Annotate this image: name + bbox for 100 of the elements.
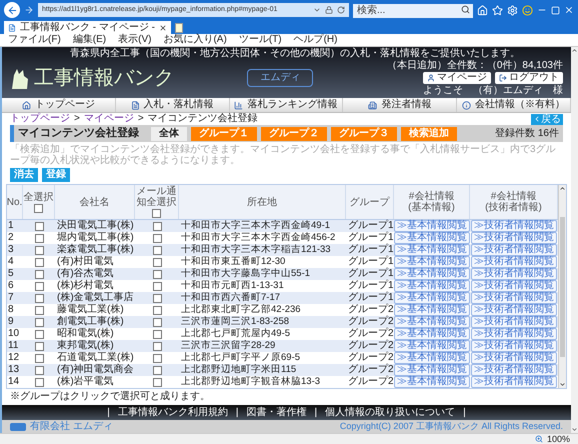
checkbox[interactable]: [152, 258, 162, 266]
scroll-up-icon[interactable]: [559, 185, 566, 192]
menu-item[interactable]: ファイル(F): [8, 35, 61, 45]
info-button[interactable]: ≫基本情報閲覧: [394, 340, 470, 352]
checkbox[interactable]: [152, 378, 162, 386]
info-button[interactable]: ≫基本情報閲覧: [394, 364, 470, 376]
tech-info-button[interactable]: ≫技術者情報閲覧: [471, 292, 557, 304]
new-tab-icon[interactable]: [175, 23, 183, 33]
checkbox[interactable]: [34, 318, 44, 326]
tech-info-button[interactable]: ≫技術者情報閲覧: [471, 280, 557, 292]
mypage-button[interactable]: マイページ: [423, 72, 491, 84]
info-button[interactable]: ≫基本情報閲覧: [394, 304, 470, 316]
back-button[interactable]: 戻る: [531, 114, 563, 125]
checkbox[interactable]: [152, 354, 162, 362]
info-button[interactable]: ≫基本情報閲覧: [394, 256, 470, 268]
close-icon[interactable]: [564, 5, 574, 15]
info-button[interactable]: ≫基本情報閲覧: [394, 268, 470, 280]
settings-icon[interactable]: [507, 4, 518, 16]
group-tab[interactable]: グループ３: [331, 126, 397, 141]
tech-info-button[interactable]: ≫技術者情報閲覧: [471, 232, 557, 244]
scroll-down-icon[interactable]: [571, 426, 578, 433]
info-button[interactable]: ≫基本情報閲覧: [394, 316, 470, 328]
maximize-icon[interactable]: [551, 6, 560, 14]
nav-tab[interactable]: 発注者情報: [343, 98, 458, 112]
checkbox[interactable]: [152, 209, 161, 218]
menu-item[interactable]: 表示(V): [118, 35, 152, 45]
checkbox[interactable]: [34, 222, 44, 230]
home-icon[interactable]: [477, 4, 488, 16]
refresh-icon[interactable]: [337, 6, 345, 14]
breadcrumb-link[interactable]: マイページ: [84, 114, 134, 124]
checkbox[interactable]: [34, 354, 44, 362]
info-button[interactable]: ≫基本情報閲覧: [394, 220, 470, 232]
scroll-down-icon[interactable]: [559, 381, 566, 388]
action-button[interactable]: 消去: [10, 168, 38, 182]
tech-info-button[interactable]: ≫技術者情報閲覧: [471, 328, 557, 340]
menu-item[interactable]: お気に入り(A): [163, 35, 227, 45]
page-scrollbar[interactable]: [571, 47, 578, 433]
checkbox[interactable]: [152, 246, 162, 254]
checkbox[interactable]: [152, 330, 162, 338]
tech-info-button[interactable]: ≫技術者情報閲覧: [471, 340, 557, 352]
nav-tab[interactable]: 入札・落札情報: [116, 98, 230, 112]
checkbox[interactable]: [152, 342, 162, 350]
checkbox[interactable]: [34, 234, 44, 242]
checkbox[interactable]: [152, 222, 162, 230]
search-field[interactable]: 検索...: [353, 4, 473, 18]
tech-info-button[interactable]: ≫技術者情報閲覧: [471, 316, 557, 328]
tech-info-button[interactable]: ≫技術者情報閲覧: [471, 268, 557, 280]
menu-item[interactable]: 編集(E): [72, 35, 106, 45]
checkbox[interactable]: [34, 204, 43, 212]
nav-tab[interactable]: トップページ: [2, 98, 116, 112]
tech-info-button[interactable]: ≫技術者情報閲覧: [471, 364, 557, 376]
checkbox[interactable]: [34, 342, 44, 350]
checkbox[interactable]: [34, 246, 44, 254]
action-button[interactable]: 登録: [42, 168, 70, 182]
scroll-up-icon[interactable]: [571, 47, 578, 54]
checkbox[interactable]: [152, 294, 162, 302]
checkbox[interactable]: [34, 330, 44, 338]
info-button[interactable]: ≫基本情報閲覧: [394, 280, 470, 292]
footer-link[interactable]: 個人情報の取り扱いについて: [325, 408, 456, 418]
checkbox[interactable]: [152, 318, 162, 326]
tech-info-button[interactable]: ≫技術者情報閲覧: [471, 220, 557, 232]
footer-link[interactable]: 図書・著作権: [246, 408, 306, 418]
checkbox[interactable]: [152, 234, 162, 242]
zoom-level[interactable]: 100%: [546, 434, 570, 444]
checkbox[interactable]: [152, 270, 162, 278]
checkbox[interactable]: [34, 378, 44, 386]
back-button[interactable]: [4, 2, 20, 18]
group-tab[interactable]: グループ２: [261, 126, 327, 141]
checkbox[interactable]: [152, 366, 162, 374]
forward-icon[interactable]: [24, 5, 34, 15]
menu-item[interactable]: ツール(T): [238, 35, 282, 45]
checkbox[interactable]: [34, 270, 44, 278]
info-button[interactable]: ≫基本情報閲覧: [394, 292, 470, 304]
group-tab[interactable]: 全体: [151, 126, 187, 141]
info-button[interactable]: ≫基本情報閲覧: [394, 232, 470, 244]
breadcrumb-link[interactable]: トップページ: [10, 114, 70, 124]
info-button[interactable]: ≫基本情報閲覧: [394, 376, 470, 388]
group-tab[interactable]: 検索追加: [401, 126, 457, 141]
tech-info-button[interactable]: ≫技術者情報閲覧: [471, 376, 557, 388]
checkbox[interactable]: [152, 282, 162, 290]
info-button[interactable]: ≫基本情報閲覧: [394, 244, 470, 256]
favorites-icon[interactable]: [492, 4, 503, 16]
tech-info-button[interactable]: ≫技術者情報閲覧: [471, 304, 557, 316]
tech-info-button[interactable]: ≫技術者情報閲覧: [471, 256, 557, 268]
group-tab[interactable]: グループ１: [191, 126, 257, 141]
menu-item[interactable]: ヘルプ(H): [294, 35, 338, 45]
checkbox[interactable]: [34, 366, 44, 374]
close-tab-icon[interactable]: [159, 24, 167, 32]
checkbox[interactable]: [34, 282, 44, 290]
checkbox[interactable]: [34, 294, 44, 302]
checkbox[interactable]: [34, 258, 44, 266]
footer-link[interactable]: 工事情報バンク利用規約: [118, 408, 228, 418]
tech-info-button[interactable]: ≫技術者情報閲覧: [471, 244, 557, 256]
tech-info-button[interactable]: ≫技術者情報閲覧: [471, 352, 557, 364]
browser-tab[interactable]: 工事情報バンク - マイページ -: [4, 21, 171, 34]
info-button[interactable]: ≫基本情報閲覧: [394, 328, 470, 340]
nav-tab[interactable]: 落札ランキング情報: [230, 98, 344, 112]
checkbox[interactable]: [152, 306, 162, 314]
logout-button[interactable]: ログアウト: [495, 72, 563, 84]
company-button[interactable]: エムディ: [247, 69, 314, 87]
